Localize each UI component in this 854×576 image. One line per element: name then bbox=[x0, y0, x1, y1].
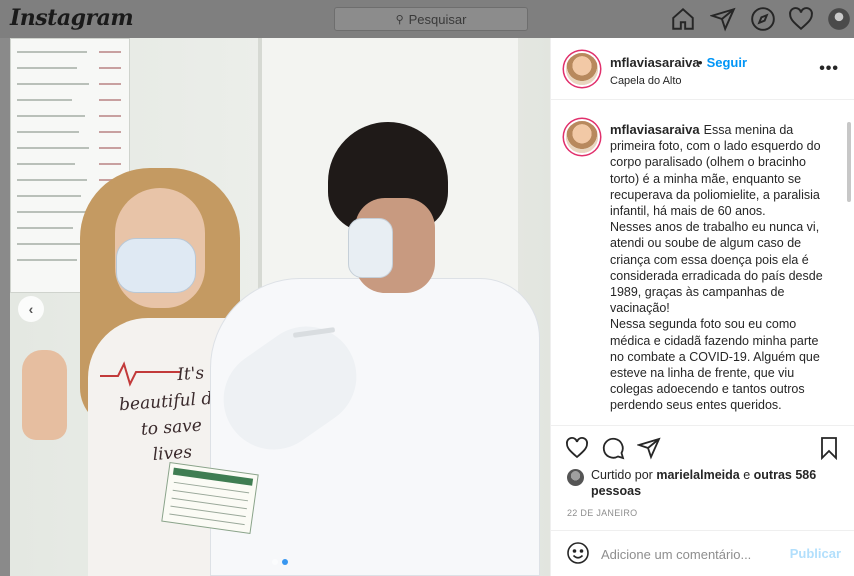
photo-vaccination-card bbox=[161, 462, 259, 534]
separator-bullet: • bbox=[698, 55, 703, 70]
comment-bubble-icon[interactable] bbox=[601, 436, 627, 462]
search-icon: ⚲ bbox=[395, 13, 404, 26]
carousel-dot-active bbox=[282, 559, 288, 565]
follow-label: Seguir bbox=[706, 55, 748, 70]
caption-scrollbar[interactable] bbox=[847, 122, 851, 202]
publish-button[interactable]: Publicar bbox=[790, 546, 841, 561]
send-icon[interactable] bbox=[708, 6, 736, 32]
emoji-icon[interactable] bbox=[566, 541, 590, 565]
author-username[interactable]: mflaviasaraiva bbox=[610, 55, 700, 70]
post-photo[interactable]: It's beautiful d to save lives ‹ bbox=[10, 38, 550, 576]
carousel-dot bbox=[272, 559, 278, 565]
caption-paragraph: mflaviasaraiva Essa menina da primeira fo… bbox=[610, 122, 832, 219]
home-icon[interactable] bbox=[670, 6, 696, 32]
photo-woman-mask bbox=[116, 238, 196, 293]
likes-prefix: Curtido por bbox=[591, 468, 653, 482]
likes-and: e bbox=[743, 468, 751, 482]
post-location[interactable]: Capela do Alto bbox=[610, 75, 682, 87]
liker-username[interactable]: marielalmeida bbox=[656, 468, 739, 482]
post-caption: mflaviasaraiva Essa menina da primeira fo… bbox=[610, 122, 832, 414]
like-heart-icon[interactable] bbox=[565, 436, 591, 462]
post-actions bbox=[551, 428, 854, 468]
instagram-logo[interactable]: Instagram bbox=[10, 5, 134, 31]
caption-text: Essa menina da primeira foto, com o lado… bbox=[610, 123, 821, 219]
post-date[interactable]: 22 DE JANEIRO bbox=[567, 508, 637, 518]
more-options-icon[interactable]: ••• bbox=[819, 60, 839, 78]
carousel-indicator bbox=[272, 559, 288, 565]
caption-paragraph: Nesses anos de trabalho eu nunca vi, ate… bbox=[610, 220, 823, 316]
likes-summary: Curtido por marielalmeida e outras 586 p… bbox=[567, 466, 837, 502]
shirt-print-line: It's bbox=[176, 363, 205, 386]
caption-avatar[interactable] bbox=[566, 121, 598, 153]
shirt-print: It's beautiful d to save lives bbox=[116, 360, 216, 470]
profile-avatar[interactable] bbox=[826, 6, 852, 32]
caption-paragraph: Nessa segunda foto sou eu como médica e … bbox=[610, 317, 820, 413]
post-header: mflaviasaraiva • Seguir Capela do Alto ••… bbox=[551, 38, 854, 100]
comment-bar: Publicar bbox=[551, 530, 854, 576]
search-box[interactable]: ⚲ Pesquisar bbox=[334, 7, 528, 31]
follow-button[interactable]: • Seguir bbox=[698, 55, 747, 70]
carousel-prev-button[interactable]: ‹ bbox=[18, 296, 44, 322]
explore-icon[interactable] bbox=[750, 6, 776, 32]
top-navigation: Instagram ⚲ Pesquisar bbox=[0, 0, 854, 38]
caption-area[interactable]: mflaviasaraiva Essa menina da primeira fo… bbox=[551, 100, 854, 426]
heart-icon[interactable] bbox=[788, 6, 814, 32]
search-placeholder: Pesquisar bbox=[408, 11, 467, 27]
liker-avatar[interactable] bbox=[567, 469, 584, 486]
author-avatar[interactable] bbox=[566, 53, 598, 85]
caption-username[interactable]: mflaviasaraiva bbox=[610, 122, 700, 137]
post-side-panel: mflaviasaraiva • Seguir Capela do Alto ••… bbox=[550, 38, 854, 576]
post-modal: It's beautiful d to save lives ‹ mflavia… bbox=[10, 38, 854, 576]
likes-text: Curtido por marielalmeida e outras 586 p… bbox=[591, 467, 831, 499]
save-bookmark-icon[interactable] bbox=[817, 436, 843, 462]
comment-input[interactable] bbox=[601, 544, 781, 564]
photo-peace-hand bbox=[22, 350, 67, 440]
photo-man-mask bbox=[348, 218, 393, 278]
share-send-icon[interactable] bbox=[636, 436, 663, 462]
chevron-left-icon: ‹ bbox=[28, 301, 34, 317]
